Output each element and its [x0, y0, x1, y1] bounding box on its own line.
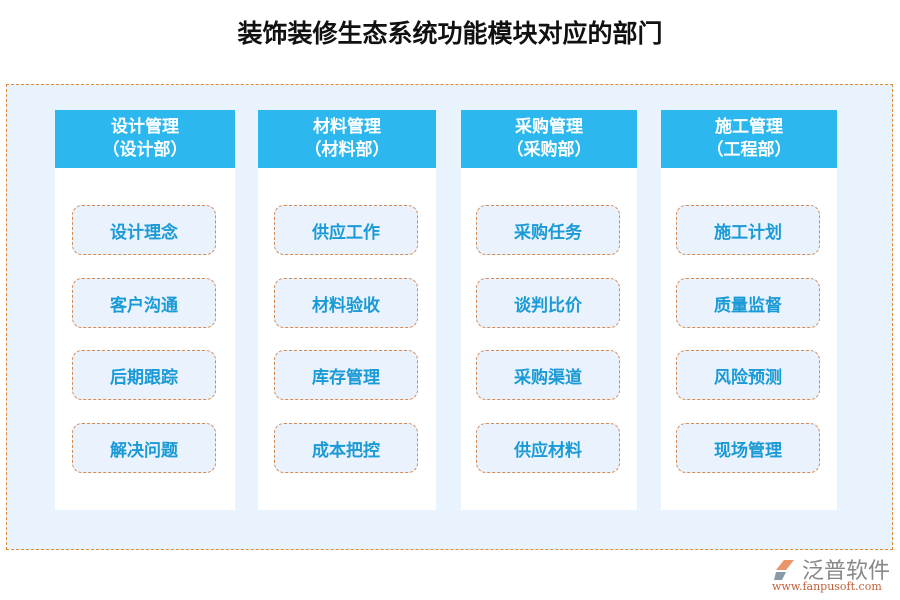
department-column: 采购管理 （采购部） 采购任务谈判比价采购渠道供应材料: [461, 110, 637, 510]
department-name: （采购部）: [506, 140, 592, 160]
logo: 泛普软件 www.fanpusoft.com: [772, 553, 890, 593]
function-item: 成本把控: [274, 423, 418, 473]
page-title: 装饰装修生态系统功能模块对应的部门: [237, 19, 663, 48]
function-item: 采购任务: [476, 205, 620, 255]
module-name: 采购管理: [515, 117, 583, 137]
department-column: 设计管理 （设计部） 设计理念客户沟通后期跟踪解决问题: [55, 110, 235, 510]
function-item: 供应工作: [274, 205, 418, 255]
function-item: 解决问题: [72, 423, 216, 473]
function-item: 供应材料: [476, 423, 620, 473]
column-header: 施工管理 （工程部）: [661, 110, 837, 168]
module-name: 材料管理: [313, 117, 381, 137]
function-item: 采购渠道: [476, 350, 620, 400]
column-header: 材料管理 （材料部）: [258, 110, 436, 168]
module-name: 施工管理: [715, 117, 783, 137]
function-item: 质量监督: [676, 278, 820, 328]
function-item: 设计理念: [72, 205, 216, 255]
function-item: 材料验收: [274, 278, 418, 328]
department-column: 施工管理 （工程部） 施工计划质量监督风险预测现场管理: [661, 110, 837, 510]
department-column: 材料管理 （材料部） 供应工作材料验收库存管理成本把控: [258, 110, 436, 510]
logo-url: www.fanpusoft.com: [772, 580, 882, 593]
function-item: 现场管理: [676, 423, 820, 473]
column-header: 设计管理 （设计部）: [55, 110, 235, 168]
column-header: 采购管理 （采购部）: [461, 110, 637, 168]
department-name: （设计部）: [102, 140, 188, 160]
function-item: 谈判比价: [476, 278, 620, 328]
function-item: 库存管理: [274, 350, 418, 400]
function-item: 客户沟通: [72, 278, 216, 328]
department-name: （材料部）: [304, 140, 390, 160]
function-item: 后期跟踪: [72, 350, 216, 400]
function-item: 风险预测: [676, 350, 820, 400]
logo-icon: [774, 560, 794, 580]
module-name: 设计管理: [111, 117, 179, 137]
function-item: 施工计划: [676, 205, 820, 255]
department-name: （工程部）: [706, 140, 792, 160]
